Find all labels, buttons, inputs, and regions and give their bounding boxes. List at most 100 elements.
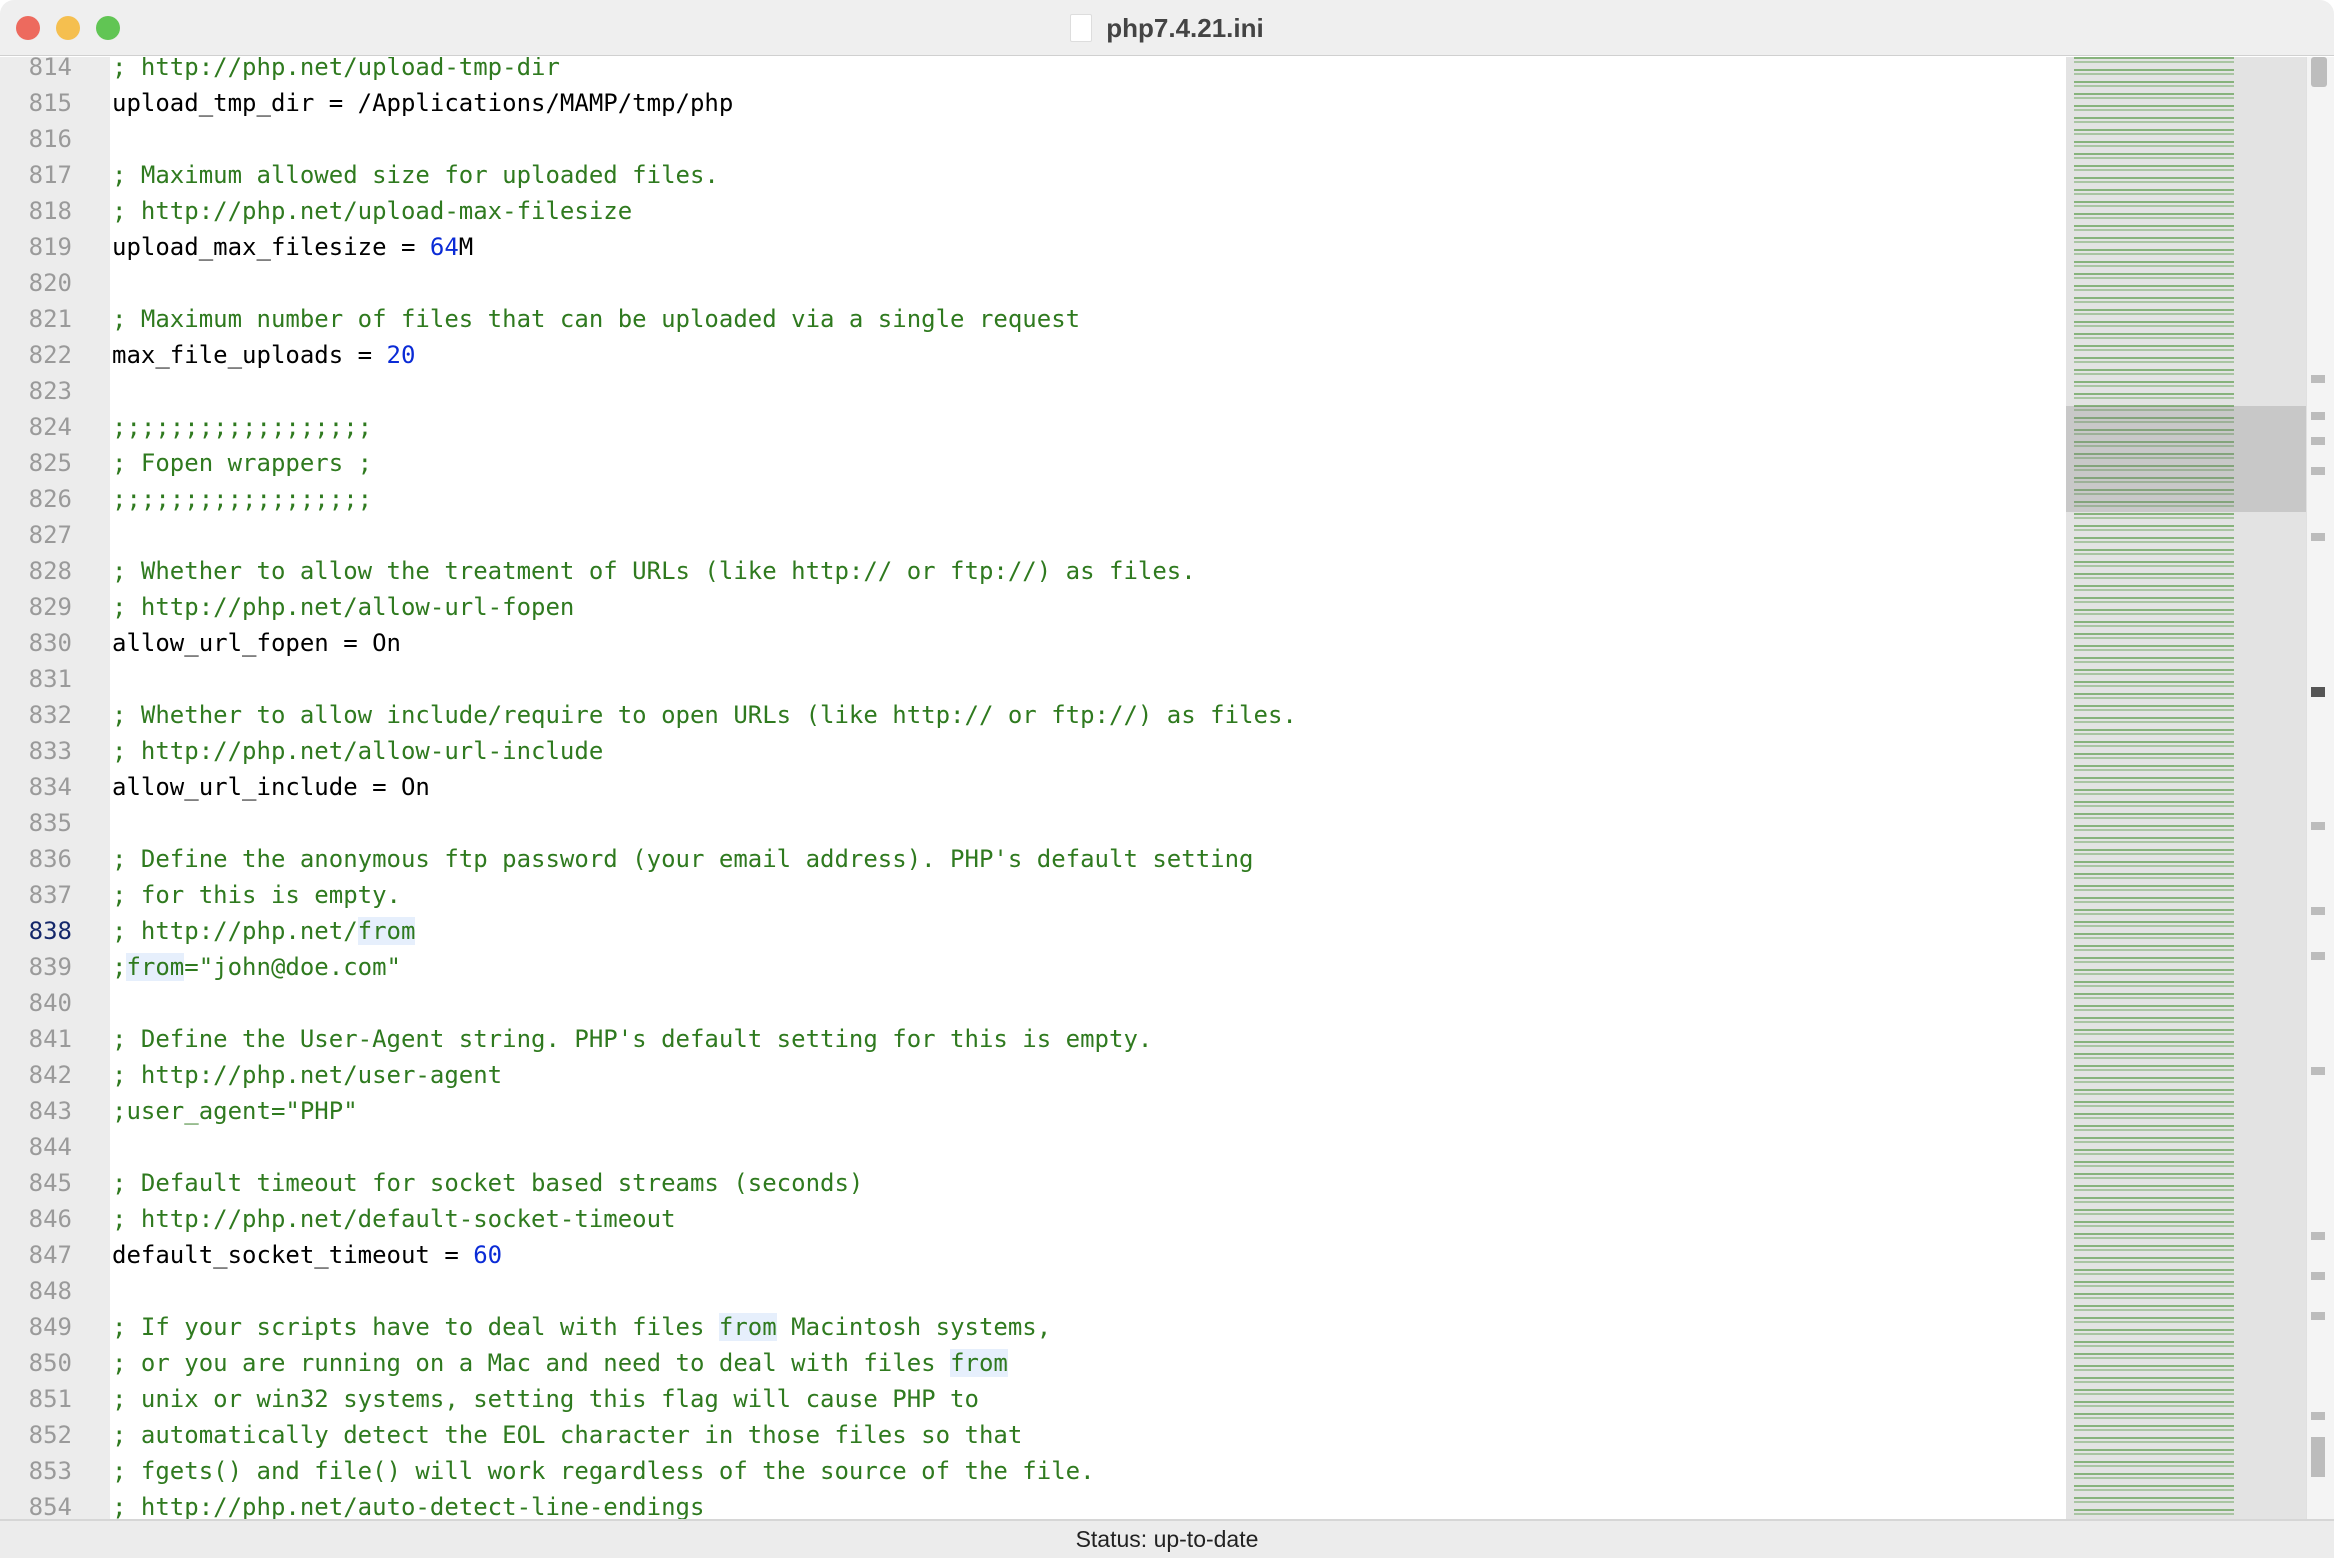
comment-text: ;;;;;;;;;;;;;;;;;; [112, 413, 373, 441]
code-line[interactable]: 844 [0, 1129, 2066, 1165]
comment-text: ; http://php.net/allow-url-fopen [112, 593, 575, 621]
comment-text: ; http://php.net/upload-max-filesize [112, 197, 633, 225]
line-number: 820 [28, 269, 72, 297]
line-number: 851 [28, 1385, 72, 1413]
code-line[interactable]: 820 [0, 265, 2066, 301]
line-content: ; http://php.net/from [112, 913, 416, 949]
code-line[interactable]: 843 ;user_agent="PHP" [0, 1093, 2066, 1129]
scrollbar-position-marker [2311, 687, 2325, 697]
search-match-highlight: from [357, 917, 416, 945]
code-line[interactable]: 825 ; Fopen wrappers ; [0, 445, 2066, 481]
scrollbar-thumb[interactable] [2311, 57, 2327, 87]
code-line[interactable]: 848 [0, 1273, 2066, 1309]
code-line[interactable]: 829 ; http://php.net/allow-url-fopen [0, 589, 2066, 625]
line-content: ; http://php.net/default-socket-timeout [112, 1201, 676, 1237]
line-number: 816 [28, 125, 72, 153]
minimap-visible-region[interactable] [2066, 406, 2306, 512]
code-line[interactable]: 834 allow_url_include = On [0, 769, 2066, 805]
code-line[interactable]: 833 ; http://php.net/allow-url-include [0, 733, 2066, 769]
code-line[interactable]: 822 max_file_uploads = 20 [0, 337, 2066, 373]
code-line[interactable]: 818 ; http://php.net/upload-max-filesize [0, 193, 2066, 229]
comment-text: ; http://php.net/ [112, 917, 358, 945]
code-line[interactable]: 817 ; Maximum allowed size for uploaded f… [0, 157, 2066, 193]
code-line[interactable]: 824;;;;;;;;;;;;;;;;;; [0, 409, 2066, 445]
comment-text: ; automatically detect the EOL character… [112, 1421, 1023, 1449]
code-line[interactable]: 815 upload_tmp_dir = /Applications/MAMP/t… [0, 85, 2066, 121]
search-match-highlight: from [718, 1313, 777, 1341]
number-value: 20 [386, 341, 416, 369]
line-number: 845 [28, 1169, 72, 1197]
code-line[interactable]: 827 [0, 517, 2066, 553]
code-line[interactable]: 846 ; http://php.net/default-socket-timeo… [0, 1201, 2066, 1237]
line-content: ; Default timeout for socket based strea… [112, 1165, 863, 1201]
line-number: 838 [28, 917, 72, 945]
code-line[interactable]: 828 ; Whether to allow the treatment of U… [0, 553, 2066, 589]
setting-text: default_socket_timeout = [112, 1241, 474, 1269]
comment-text: ; Define the User-Agent string. PHP's de… [112, 1025, 1153, 1053]
code-line[interactable]: 845 ; Default timeout for socket based st… [0, 1165, 2066, 1201]
code-line[interactable]: 814 ; http://php.net/upload-tmp-dir [0, 57, 2066, 85]
comment-text: ; for this is empty. [112, 881, 401, 909]
line-number: 853 [28, 1457, 72, 1485]
code-line[interactable]: 854 ; http://php.net/auto-detect-line-end… [0, 1489, 2066, 1519]
code-line[interactable]: 826;;;;;;;;;;;;;;;;;; [0, 481, 2066, 517]
comment-text: ; Maximum number of files that can be up… [112, 305, 1081, 333]
comment-text: ; unix or win32 systems, setting this fl… [112, 1385, 979, 1413]
line-content: ; http://php.net/allow-url-fopen [112, 589, 574, 625]
code-line[interactable]: 832 ; Whether to allow include/require to… [0, 697, 2066, 733]
comment-text: ; Whether to allow the treatment of URLs… [112, 557, 1196, 585]
code-lines[interactable]: 814 ; http://php.net/upload-tmp-dir 815 upl… [0, 57, 2066, 1519]
line-content: ; Maximum number of files that can be up… [112, 301, 1080, 337]
code-line[interactable]: 831 [0, 661, 2066, 697]
scrollbar-marker [2311, 822, 2325, 830]
scrollbar-marker [2311, 375, 2325, 383]
scrollbar-marker [2311, 1312, 2325, 1320]
comment-text: ; http://php.net/default-socket-timeout [112, 1205, 676, 1233]
line-number: 831 [28, 665, 72, 693]
code-editor[interactable]: 814 ; http://php.net/upload-tmp-dir 815 upl… [0, 57, 2066, 1519]
line-number: 846 [28, 1205, 72, 1233]
code-line[interactable]: 823 [0, 373, 2066, 409]
code-line[interactable]: 849 ; If your scripts have to deal with f… [0, 1309, 2066, 1345]
code-line[interactable]: 838 ; http://php.net/from [0, 913, 2066, 949]
code-line[interactable]: 852 ; automatically detect the EOL charac… [0, 1417, 2066, 1453]
line-content: ; http://php.net/upload-tmp-dir [112, 57, 560, 85]
minimap[interactable] [2066, 57, 2306, 1519]
line-content: ; http://php.net/auto-detect-line-ending… [112, 1489, 704, 1519]
scrollbar-marker [2311, 1412, 2325, 1420]
comment-text: ; [112, 953, 127, 981]
code-line[interactable]: 837 ; for this is empty. [0, 877, 2066, 913]
line-number: 826 [28, 485, 72, 513]
vertical-scrollbar[interactable] [2306, 57, 2334, 1519]
comment-text: ; If your scripts have to deal with file… [112, 1313, 719, 1341]
code-line[interactable]: 835 [0, 805, 2066, 841]
code-line[interactable]: 816 [0, 121, 2066, 157]
comment-text: ;user_agent="PHP" [112, 1097, 358, 1125]
code-line[interactable]: 851 ; unix or win32 systems, setting this… [0, 1381, 2066, 1417]
code-line[interactable]: 839 ;from="john@doe.com" [0, 949, 2066, 985]
scrollbar-marker [2311, 1437, 2325, 1477]
comment-text: ;;;;;;;;;;;;;;;;;; [112, 485, 373, 513]
code-line[interactable]: 847 default_socket_timeout = 60 [0, 1237, 2066, 1273]
line-content: ; unix or win32 systems, setting this fl… [112, 1381, 979, 1417]
line-number: 843 [28, 1097, 72, 1125]
line-number: 834 [28, 773, 72, 801]
code-line[interactable]: 819 upload_max_filesize = 64M [0, 229, 2066, 265]
code-line[interactable]: 850 ; or you are running on a Mac and nee… [0, 1345, 2066, 1381]
line-number: 821 [28, 305, 72, 333]
line-content: ; Whether to allow the treatment of URLs… [112, 553, 1196, 589]
code-line[interactable]: 830 allow_url_fopen = On [0, 625, 2066, 661]
code-line[interactable]: 842 ; http://php.net/user-agent [0, 1057, 2066, 1093]
code-line[interactable]: 840 [0, 985, 2066, 1021]
code-line[interactable]: 841 ; Define the User-Agent string. PHP's… [0, 1021, 2066, 1057]
code-line[interactable]: 821 ; Maximum number of files that can be… [0, 301, 2066, 337]
line-content: allow_url_include = On [112, 769, 430, 805]
code-line[interactable]: 836 ; Define the anonymous ftp password (… [0, 841, 2066, 877]
scrollbar-marker [2311, 1272, 2325, 1280]
line-content: max_file_uploads = 20 [112, 337, 415, 373]
search-match-highlight: from [950, 1349, 1008, 1377]
code-line[interactable]: 853 ; fgets() and file() will work regard… [0, 1453, 2066, 1489]
line-content: ; for this is empty. [112, 877, 401, 913]
line-number: 836 [28, 845, 72, 873]
comment-text: ; or you are running on a Mac and need t… [112, 1349, 951, 1377]
